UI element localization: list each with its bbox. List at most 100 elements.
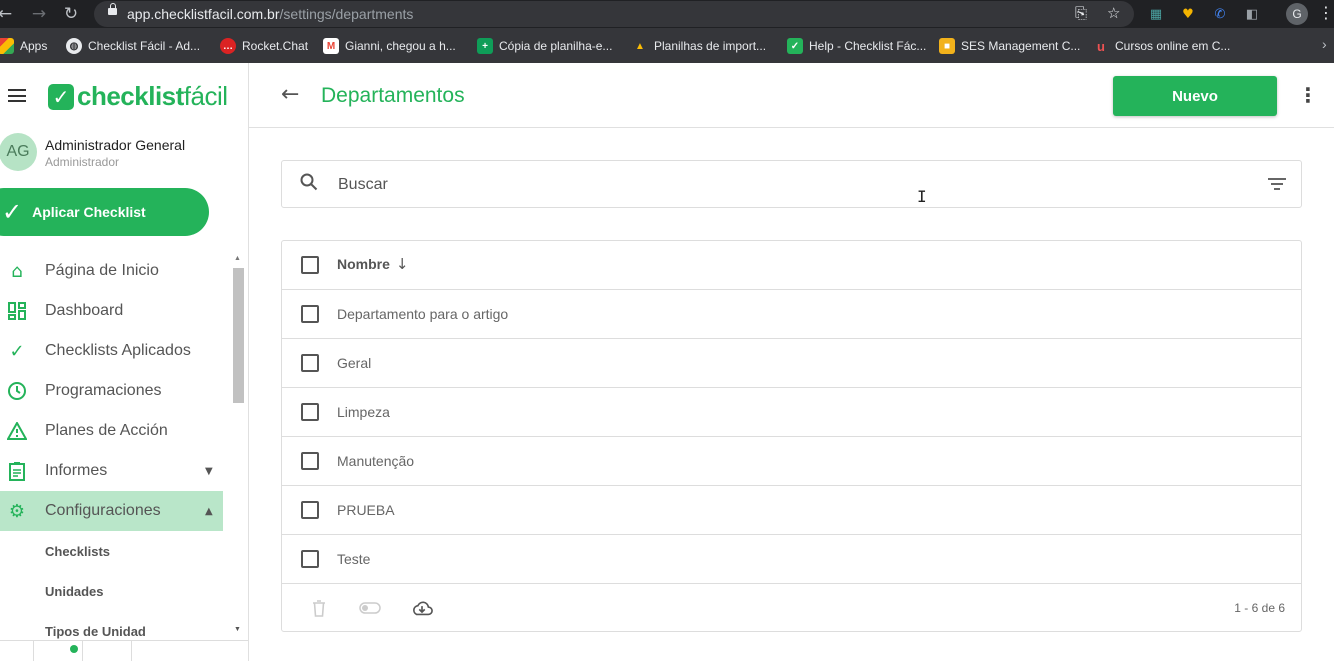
bottom-tab-home[interactable] <box>83 641 132 661</box>
clipboard-icon <box>6 460 28 482</box>
sidebar-item-action-plans[interactable]: Planes de Acción <box>0 411 223 451</box>
pagination-info: 1 - 6 de 6 <box>1234 601 1285 615</box>
table-row[interactable]: Teste <box>282 535 1301 584</box>
sidebar-item-label: Planes de Acción <box>45 422 168 439</box>
row-checkbox[interactable] <box>301 305 319 323</box>
submenu-item-unit-types[interactable]: Tipos de Unidad <box>45 624 146 639</box>
table-row[interactable]: Limpeza <box>282 388 1301 437</box>
column-header-label: Nombre <box>337 256 390 272</box>
column-header-name[interactable]: Nombre ↓ <box>337 255 408 273</box>
department-name[interactable]: Teste <box>337 551 370 567</box>
url-text[interactable]: app.checklistfacil.com.br/settings/depar… <box>127 6 413 22</box>
table-row[interactable]: Geral <box>282 339 1301 388</box>
drive-icon: ▲ <box>635 40 645 52</box>
row-checkbox[interactable] <box>301 354 319 372</box>
sidebar-item-dashboard[interactable]: Dashboard <box>0 291 223 331</box>
select-all-checkbox[interactable] <box>301 256 319 274</box>
sort-descending-icon[interactable]: ↓ <box>396 255 409 273</box>
hamburger-menu-icon[interactable] <box>8 89 26 102</box>
sidebar-bottom-bar <box>0 640 248 661</box>
logo-text-light: fácil <box>183 81 228 111</box>
sheets-icon: + <box>477 38 493 54</box>
sidebar-item-applied-checklists[interactable]: ✓ Checklists Aplicados <box>0 331 223 371</box>
search-input[interactable] <box>338 171 1238 199</box>
row-checkbox[interactable] <box>301 550 319 568</box>
bookmark-apps[interactable]: Apps <box>0 37 47 55</box>
browser-toolbar: ← → ↻ app.checklistfacil.com.br/settings… <box>0 0 1334 28</box>
more-options-icon[interactable]: ⋮ <box>1298 83 1318 107</box>
bookmark-label: Help - Checklist Fác... <box>809 39 927 53</box>
bookmark-label: Checklist Fácil - Ad... <box>88 39 201 53</box>
scroll-down-icon[interactable]: ▼ <box>234 626 241 633</box>
department-name[interactable]: Manutenção <box>337 453 414 469</box>
bookmark-gmail[interactable]: M Gianni, chegou a h... <box>323 37 456 55</box>
reload-icon[interactable]: ↻ <box>60 3 82 25</box>
table-row[interactable]: Departamento para o artigo <box>282 290 1301 339</box>
sidebar-item-label: Dashboard <box>45 302 124 319</box>
bookmark-sheets[interactable]: + Cópia de planilha-e... <box>477 37 612 55</box>
sidebar-item-label: Informes <box>45 462 108 479</box>
table-row[interactable]: Manutenção <box>282 437 1301 486</box>
delete-icon[interactable] <box>308 597 330 619</box>
new-button[interactable]: Nuevo <box>1113 76 1277 116</box>
scroll-up-icon[interactable]: ▲ <box>234 255 241 262</box>
translate-icon[interactable]: ⎘ <box>1075 4 1087 22</box>
phone-extension-icon[interactable]: ✆ <box>1211 5 1229 23</box>
extension-icon[interactable]: ▦ <box>1147 5 1165 23</box>
sidebar-item-schedules[interactable]: Programaciones <box>0 371 223 411</box>
bookmark-label: Planilhas de import... <box>654 39 767 53</box>
bookmark-udemy[interactable]: u Cursos online em C... <box>1093 37 1230 55</box>
bookmarks-overflow-icon[interactable]: › <box>1322 36 1327 52</box>
bottom-tab-help[interactable] <box>0 641 34 661</box>
sidebar-item-label: Configuraciones <box>45 502 161 519</box>
back-arrow-icon[interactable]: ← <box>281 82 299 107</box>
bookmark-label: Gianni, chegou a h... <box>345 39 456 53</box>
department-name[interactable]: Geral <box>337 355 371 371</box>
forward-icon[interactable]: → <box>28 3 50 25</box>
sidebar-scrollbar-thumb[interactable] <box>233 268 244 403</box>
bookmark-rocketchat[interactable]: … Rocket.Chat <box>220 37 308 55</box>
checklistfacil-logo[interactable]: ✓ checklistfácil <box>48 81 228 112</box>
sidebar-item-label: Checklists Aplicados <box>45 342 191 359</box>
submenu-item-units[interactable]: Unidades <box>45 584 104 599</box>
bookmark-help[interactable]: ✓ Help - Checklist Fác... <box>787 37 926 55</box>
sidebar-item-home[interactable]: ⌂ Página de Inicio <box>0 251 223 291</box>
table-row[interactable]: PRUEBA <box>282 486 1301 535</box>
toggle-status-icon[interactable] <box>359 597 381 619</box>
apply-checklist-button[interactable]: ✓ Aplicar Checklist <box>0 188 209 236</box>
departments-table: Nombre ↓ Departamento para o artigo Geral… <box>281 240 1302 632</box>
sidebar-item-reports[interactable]: Informes ▼ <box>0 451 223 491</box>
table-footer: 1 - 6 de 6 <box>282 584 1301 632</box>
heart-extension-icon[interactable]: ♥ <box>1179 5 1197 23</box>
star-icon[interactable]: ☆ <box>1107 4 1120 22</box>
sidebar-item-settings[interactable]: ⚙ Configuraciones ▲ <box>0 491 223 531</box>
row-checkbox[interactable] <box>301 403 319 421</box>
profile-avatar[interactable]: G <box>1286 3 1308 25</box>
globe-icon: ◍ <box>66 38 82 54</box>
warning-icon <box>6 420 28 442</box>
department-name[interactable]: Departamento para o artigo <box>337 306 508 322</box>
cloud-download-icon[interactable] <box>411 597 433 619</box>
bookmark-drive[interactable]: ▲ Planilhas de import... <box>632 37 766 55</box>
bookmark-label: SES Management C... <box>961 39 1081 53</box>
apply-checklist-label: Aplicar Checklist <box>32 204 146 220</box>
browser-menu-icon[interactable]: ⋮ <box>1318 3 1334 22</box>
row-checkbox[interactable] <box>301 452 319 470</box>
row-checkbox[interactable] <box>301 501 319 519</box>
online-status-dot <box>70 645 78 653</box>
bookmark-label: Rocket.Chat <box>242 39 309 53</box>
checklist-icon: ✓ <box>787 38 803 54</box>
submenu-item-checklists[interactable]: Checklists <box>45 544 110 559</box>
filter-icon[interactable] <box>1268 178 1286 192</box>
check-icon: ✓ <box>9 340 25 362</box>
bookmark-checklist-admin[interactable]: ◍ Checklist Fácil - Ad... <box>66 37 200 55</box>
puzzle-extension-icon[interactable]: ◧ <box>1243 5 1261 23</box>
department-name[interactable]: Limpeza <box>337 404 390 420</box>
department-name[interactable]: PRUEBA <box>337 502 395 518</box>
user-avatar[interactable]: AG <box>0 133 37 171</box>
address-bar[interactable]: app.checklistfacil.com.br/settings/depar… <box>94 1 1134 27</box>
back-icon[interactable]: ← <box>0 3 16 25</box>
bookmark-ses[interactable]: ■ SES Management C... <box>939 37 1080 55</box>
apps-grid-icon <box>0 38 14 54</box>
box-icon: ■ <box>939 38 955 54</box>
